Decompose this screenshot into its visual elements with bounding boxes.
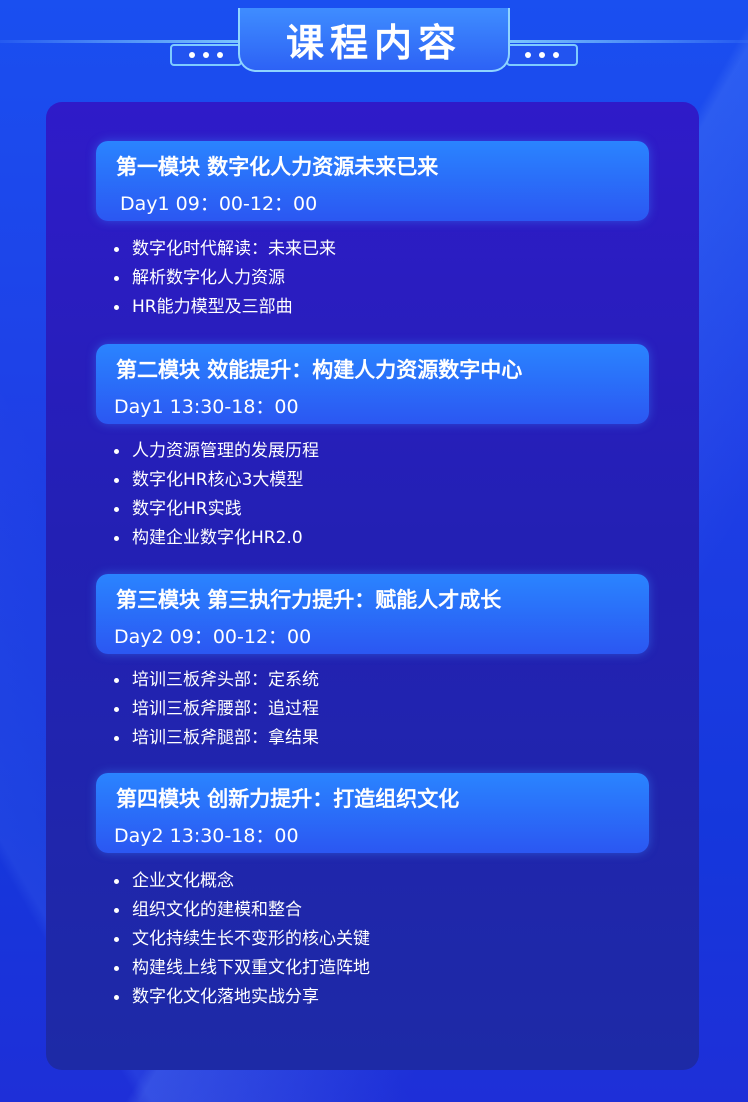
module-3-time: Day2 09：00-12：00 bbox=[114, 626, 312, 648]
header-line-left bbox=[0, 40, 250, 43]
dot-icon bbox=[553, 52, 559, 58]
list-item: 组织文化的建模和整合 bbox=[114, 896, 370, 925]
dot-icon bbox=[203, 52, 209, 58]
list-item-text: 组织文化的建模和整合 bbox=[132, 900, 302, 920]
module-4-time: Day2 13:30-18：00 bbox=[114, 825, 299, 847]
list-item-text: 培训三板斧腰部：追过程 bbox=[132, 699, 319, 719]
bullet-icon bbox=[114, 937, 119, 942]
module-1-list: 数字化时代解读：未来已来 解析数字化人力资源 HR能力模型及三部曲 bbox=[114, 235, 336, 322]
dot-icon bbox=[525, 52, 531, 58]
bullet-icon bbox=[114, 449, 119, 454]
page-title: 课程内容 bbox=[285, 20, 462, 65]
list-item-text: 构建企业数字化HR2.0 bbox=[132, 528, 303, 548]
list-item-text: 培训三板斧头部：定系统 bbox=[132, 670, 319, 690]
module-1-title: 第一模块 数字化人力资源未来已来 bbox=[116, 155, 439, 179]
module-2-header: 第二模块 效能提升：构建人力资源数字中心 Day1 13:30-18：00 bbox=[96, 344, 649, 424]
list-item: 培训三板斧头部：定系统 bbox=[114, 666, 319, 695]
dot-icon bbox=[217, 52, 223, 58]
dots-decoration-left bbox=[170, 44, 242, 66]
list-item: 构建线上线下双重文化打造阵地 bbox=[114, 954, 370, 983]
list-item: 数字化HR核心3大模型 bbox=[114, 466, 319, 495]
list-item-text: 文化持续生长不变形的核心关键 bbox=[132, 929, 370, 949]
bullet-icon bbox=[114, 966, 119, 971]
list-item: 企业文化概念 bbox=[114, 867, 370, 896]
bullet-icon bbox=[114, 678, 119, 683]
list-item-text: 数字化HR实践 bbox=[132, 499, 242, 519]
module-4-list: 企业文化概念 组织文化的建模和整合 文化持续生长不变形的核心关键 构建线上线下双… bbox=[114, 867, 370, 1012]
header: 课程内容 bbox=[0, 0, 748, 90]
header-line-right bbox=[498, 40, 748, 43]
dot-icon bbox=[539, 52, 545, 58]
module-2-list: 人力资源管理的发展历程 数字化HR核心3大模型 数字化HR实践 构建企业数字化H… bbox=[114, 437, 319, 553]
list-item: 培训三板斧腿部：拿结果 bbox=[114, 724, 319, 753]
module-2-time: Day1 13:30-18：00 bbox=[114, 396, 299, 418]
module-4-header: 第四模块 创新力提升：打造组织文化 Day2 13:30-18：00 bbox=[96, 773, 649, 853]
list-item: 解析数字化人力资源 bbox=[114, 264, 336, 293]
list-item-text: 数字化文化落地实战分享 bbox=[132, 987, 319, 1007]
bullet-icon bbox=[114, 707, 119, 712]
module-1-header: 第一模块 数字化人力资源未来已来 Day1 09：00-12：00 bbox=[96, 141, 649, 221]
list-item: 构建企业数字化HR2.0 bbox=[114, 524, 319, 553]
list-item-text: 企业文化概念 bbox=[132, 871, 234, 891]
module-3-header: 第三模块 第三执行力提升：赋能人才成长 Day2 09：00-12：00 bbox=[96, 574, 649, 654]
bullet-icon bbox=[114, 276, 119, 281]
module-2-title: 第二模块 效能提升：构建人力资源数字中心 bbox=[116, 358, 523, 382]
list-item-text: 培训三板斧腿部：拿结果 bbox=[132, 728, 319, 748]
list-item: 文化持续生长不变形的核心关键 bbox=[114, 925, 370, 954]
list-item: 培训三板斧腰部：追过程 bbox=[114, 695, 319, 724]
bullet-icon bbox=[114, 908, 119, 913]
bullet-icon bbox=[114, 879, 119, 884]
bullet-icon bbox=[114, 305, 119, 310]
bullet-icon bbox=[114, 478, 119, 483]
bullet-icon bbox=[114, 736, 119, 741]
bullet-icon bbox=[114, 507, 119, 512]
list-item: 数字化时代解读：未来已来 bbox=[114, 235, 336, 264]
list-item-text: HR能力模型及三部曲 bbox=[132, 297, 293, 317]
list-item: 人力资源管理的发展历程 bbox=[114, 437, 319, 466]
list-item: 数字化文化落地实战分享 bbox=[114, 983, 370, 1012]
bullet-icon bbox=[114, 536, 119, 541]
module-4-title: 第四模块 创新力提升：打造组织文化 bbox=[116, 787, 460, 811]
bullet-icon bbox=[114, 995, 119, 1000]
list-item-text: 解析数字化人力资源 bbox=[132, 268, 285, 288]
module-3-list: 培训三板斧头部：定系统 培训三板斧腰部：追过程 培训三板斧腿部：拿结果 bbox=[114, 666, 319, 753]
module-3-title: 第三模块 第三执行力提升：赋能人才成长 bbox=[116, 588, 502, 612]
list-item: HR能力模型及三部曲 bbox=[114, 293, 336, 322]
list-item-text: 数字化HR核心3大模型 bbox=[132, 470, 304, 490]
title-tab: 课程内容 bbox=[238, 8, 510, 72]
dot-icon bbox=[189, 52, 195, 58]
list-item-text: 构建线上线下双重文化打造阵地 bbox=[132, 958, 370, 978]
dots-decoration-right bbox=[506, 44, 578, 66]
bullet-icon bbox=[114, 247, 119, 252]
module-1-time: Day1 09：00-12：00 bbox=[120, 193, 318, 215]
list-item-text: 人力资源管理的发展历程 bbox=[132, 441, 319, 461]
list-item: 数字化HR实践 bbox=[114, 495, 319, 524]
list-item-text: 数字化时代解读：未来已来 bbox=[132, 239, 336, 259]
